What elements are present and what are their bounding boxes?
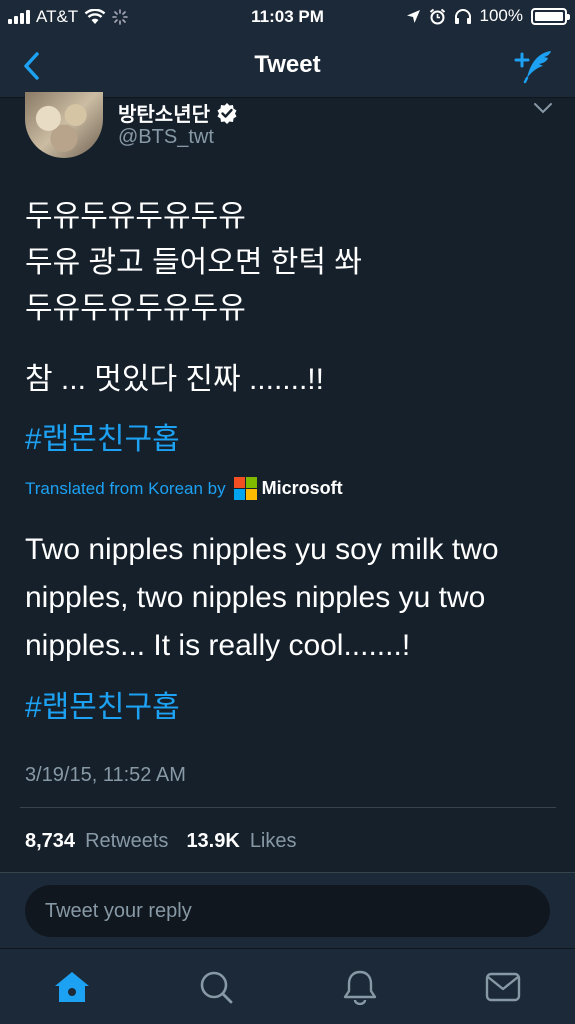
hashtag-link[interactable]: #랩몬친구홉 (25, 682, 180, 726)
messages-icon[interactable] (483, 969, 523, 1005)
notifications-icon[interactable] (340, 969, 380, 1005)
tweet-stats: 8,734 Retweets 13.9K Likes (25, 830, 297, 853)
tweet-line: 참 ... 멋있다 진짜 .......!! (25, 363, 324, 396)
tweet-line: 두유 광고 들어오면 한턱 쏴 (25, 246, 362, 279)
tweet-line: 두유두유두유두유 (25, 200, 246, 233)
alarm-icon (429, 8, 445, 24)
tweet-line: 두유두유두유두유 (25, 292, 246, 325)
compose-tweet-icon[interactable] (513, 48, 555, 84)
translator-name: Microsoft (261, 478, 343, 498)
nav-bar: Tweet (0, 34, 575, 98)
status-right: 100% (406, 6, 570, 26)
chevron-down-icon[interactable] (533, 102, 553, 114)
likes-count[interactable]: 13.9K (186, 830, 239, 853)
retweets-label[interactable]: Retweets (85, 830, 168, 853)
translation-attribution: Translated from Korean by Microsoft (25, 477, 343, 500)
display-name[interactable]: 방탄소년단 (118, 98, 210, 127)
microsoft-logo-icon (233, 477, 257, 500)
likes-label[interactable]: Likes (250, 830, 297, 853)
reply-bar (0, 872, 575, 948)
hashtag-link[interactable]: #랩몬친구홉 (25, 414, 180, 458)
verified-badge-icon (217, 102, 237, 124)
tweet-timestamp: 3/19/15, 11:52 AM (25, 764, 186, 786)
avatar[interactable] (25, 92, 103, 158)
author-name-row: 방탄소년단 (118, 98, 238, 127)
user-handle[interactable]: @BTS_twt (118, 126, 214, 149)
home-icon[interactable] (52, 969, 92, 1005)
page-title: Tweet (254, 51, 321, 78)
tab-bar (0, 948, 575, 1024)
headphones-icon (454, 8, 471, 24)
translated-from-label: Translated from Korean by (25, 478, 226, 498)
retweets-count[interactable]: 8,734 (25, 830, 75, 853)
location-icon (406, 9, 420, 23)
divider (20, 807, 556, 808)
search-icon[interactable] (196, 969, 236, 1005)
translation-text: Two nipples nipples yu soy milk two nipp… (25, 533, 499, 662)
battery-percent: 100% (479, 6, 523, 25)
status-bar: AT&T 11:03 PM 100% (0, 0, 575, 34)
tweet-text: 두유두유두유두유 두유 광고 들어오면 한턱 쏴 두유두유두유두유 (25, 194, 550, 332)
reply-input[interactable] (25, 885, 550, 937)
battery-icon (531, 7, 570, 25)
